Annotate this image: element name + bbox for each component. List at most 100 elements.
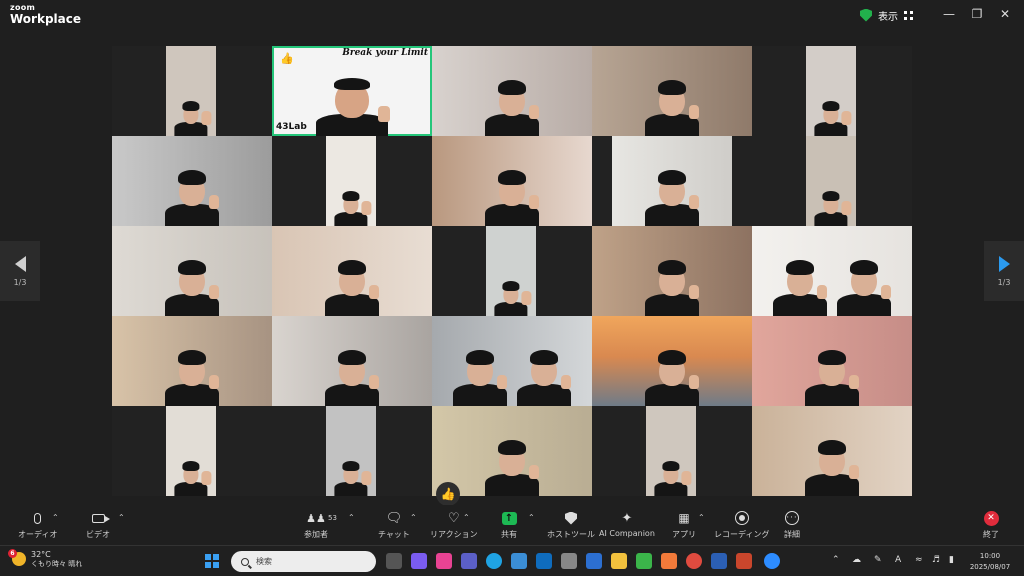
share-button[interactable]: ↑ 共有 [498,510,520,540]
video-tile[interactable] [112,406,272,496]
share-chevron-icon[interactable]: ⌃ [528,513,535,522]
chat-button[interactable]: 🗨 チャット [378,510,410,540]
mail-icon[interactable] [586,553,602,569]
video-tile[interactable] [592,406,752,496]
heart-icon: ♡ [447,510,460,526]
zoom-window: zoom Workplace 表示 — ❐ ✕ Break your Limit… [0,0,1024,576]
ime-icon[interactable]: A [895,555,901,565]
chrome-icon[interactable] [686,553,702,569]
video-tile[interactable] [592,226,752,316]
next-page-button[interactable]: 1/3 [984,241,1024,301]
title-bar: zoom Workplace 表示 — ❐ ✕ [0,0,1024,30]
outlook-icon[interactable] [536,553,552,569]
more-button[interactable]: ··· 詳細 [781,510,803,540]
reactions-chevron-icon[interactable]: ⌃ [463,513,470,522]
store-icon[interactable] [511,553,527,569]
video-options-chevron-icon[interactable]: ⌃ [118,513,125,522]
recording-button[interactable]: レコーディング [714,510,769,540]
participants-chevron-icon[interactable]: ⌃ [348,513,355,522]
video-tile[interactable] [272,406,432,496]
volume-icon[interactable]: ♬ [932,555,940,565]
microphone-icon [34,512,42,524]
video-tile[interactable] [752,136,912,226]
video-tile[interactable] [752,46,912,136]
battery-icon[interactable]: ▮ [949,555,954,565]
close-window-button[interactable]: ✕ [992,5,1018,23]
video-tile[interactable] [752,316,912,406]
video-tile[interactable] [592,316,752,406]
apps-chevron-icon[interactable]: ⌃ [698,513,705,522]
weather-widget[interactable]: 6 32°C くもり時々 晴れ [8,549,82,569]
video-tile-active-speaker[interactable]: Break your Limit 👍 43Lab [272,46,432,136]
brand-large: Workplace [10,12,82,26]
copilot-icon[interactable] [411,553,427,569]
ai-companion-button[interactable]: ✦ AI Companion [599,510,655,539]
video-tile[interactable] [432,406,592,496]
video-tile[interactable] [432,226,592,316]
video-gallery: Break your Limit 👍 43Lab [112,46,912,496]
network-status-icon[interactable]: ☁ [852,555,861,565]
video-tile[interactable] [432,136,592,226]
arrow-right-icon [998,255,1010,272]
apps-icon: ▦ [678,511,690,525]
line-icon[interactable] [636,553,652,569]
word-icon[interactable] [711,553,727,569]
clock-date: 2025/08/07 [969,562,1011,571]
widgets-icon[interactable] [436,553,452,569]
video-tile[interactable] [112,316,272,406]
more-dots-icon: ··· [785,511,799,525]
taskbar-clock[interactable]: 10:00 2025/08/07 [966,551,1014,572]
video-tile[interactable] [592,46,752,136]
video-tile[interactable] [432,316,592,406]
video-tile[interactable] [112,136,272,226]
wifi-icon[interactable]: ≈ [915,555,923,565]
apps-button[interactable]: ▦ アプリ [672,510,696,540]
end-meeting-button[interactable]: ✕ 終了 [980,510,1002,540]
end-label: 終了 [983,530,999,539]
app-icon[interactable] [561,553,577,569]
teams-icon[interactable] [461,553,477,569]
weather-icon: 6 [8,549,26,567]
chat-chevron-icon[interactable]: ⌃ [410,513,417,522]
windows-taskbar: 6 32°C くもり時々 晴れ 検索 ⌃ ☁ ✎ A ≈ ♬ ▮ 10:00 2… [0,545,1024,576]
file-explorer-icon[interactable] [611,553,627,569]
video-tile[interactable] [272,136,432,226]
video-button[interactable]: ビデオ [86,510,110,540]
host-tools-label: ホストツール [547,530,595,539]
video-tile[interactable] [112,46,272,136]
participants-label: 参加者 [304,530,328,539]
brand-small: zoom [10,3,36,12]
video-tile[interactable] [112,226,272,316]
audio-options-chevron-icon[interactable]: ⌃ [52,513,59,522]
participants-button[interactable]: ♟♟ 参加者 [304,510,328,540]
video-tile[interactable] [752,226,912,316]
host-shield-icon [565,511,577,525]
edge-icon[interactable] [486,553,502,569]
video-tile[interactable] [272,316,432,406]
video-tile[interactable] [272,226,432,316]
app2-icon[interactable] [661,553,677,569]
start-button[interactable] [205,554,219,568]
tray-overflow-icon[interactable]: ⌃ [832,555,840,565]
page-indicator-left: 1/3 [13,277,27,287]
maximize-button[interactable]: ❐ [964,5,990,23]
video-tile[interactable] [592,136,752,226]
weather-badge: 6 [8,549,17,559]
search-icon [241,557,249,566]
video-label: ビデオ [86,530,110,539]
chat-label: チャット [378,530,410,539]
video-tile[interactable] [432,46,592,136]
powerpoint-icon[interactable] [736,553,752,569]
task-view-icon[interactable] [386,553,402,569]
previous-page-button[interactable]: 1/3 [0,241,40,301]
ai-companion-label: AI Companion [599,529,655,538]
zoom-icon[interactable] [764,553,780,569]
pen-icon[interactable]: ✎ [874,555,882,565]
view-button[interactable]: 表示 [854,5,919,25]
taskbar-search[interactable]: 検索 [231,551,376,572]
host-tools-button[interactable]: ホストツール [547,510,595,540]
minimize-button[interactable]: — [936,5,962,23]
reactions-button[interactable]: ♡ リアクション [430,510,478,540]
video-tile[interactable] [752,406,912,496]
app-logo: zoom Workplace [10,3,82,26]
